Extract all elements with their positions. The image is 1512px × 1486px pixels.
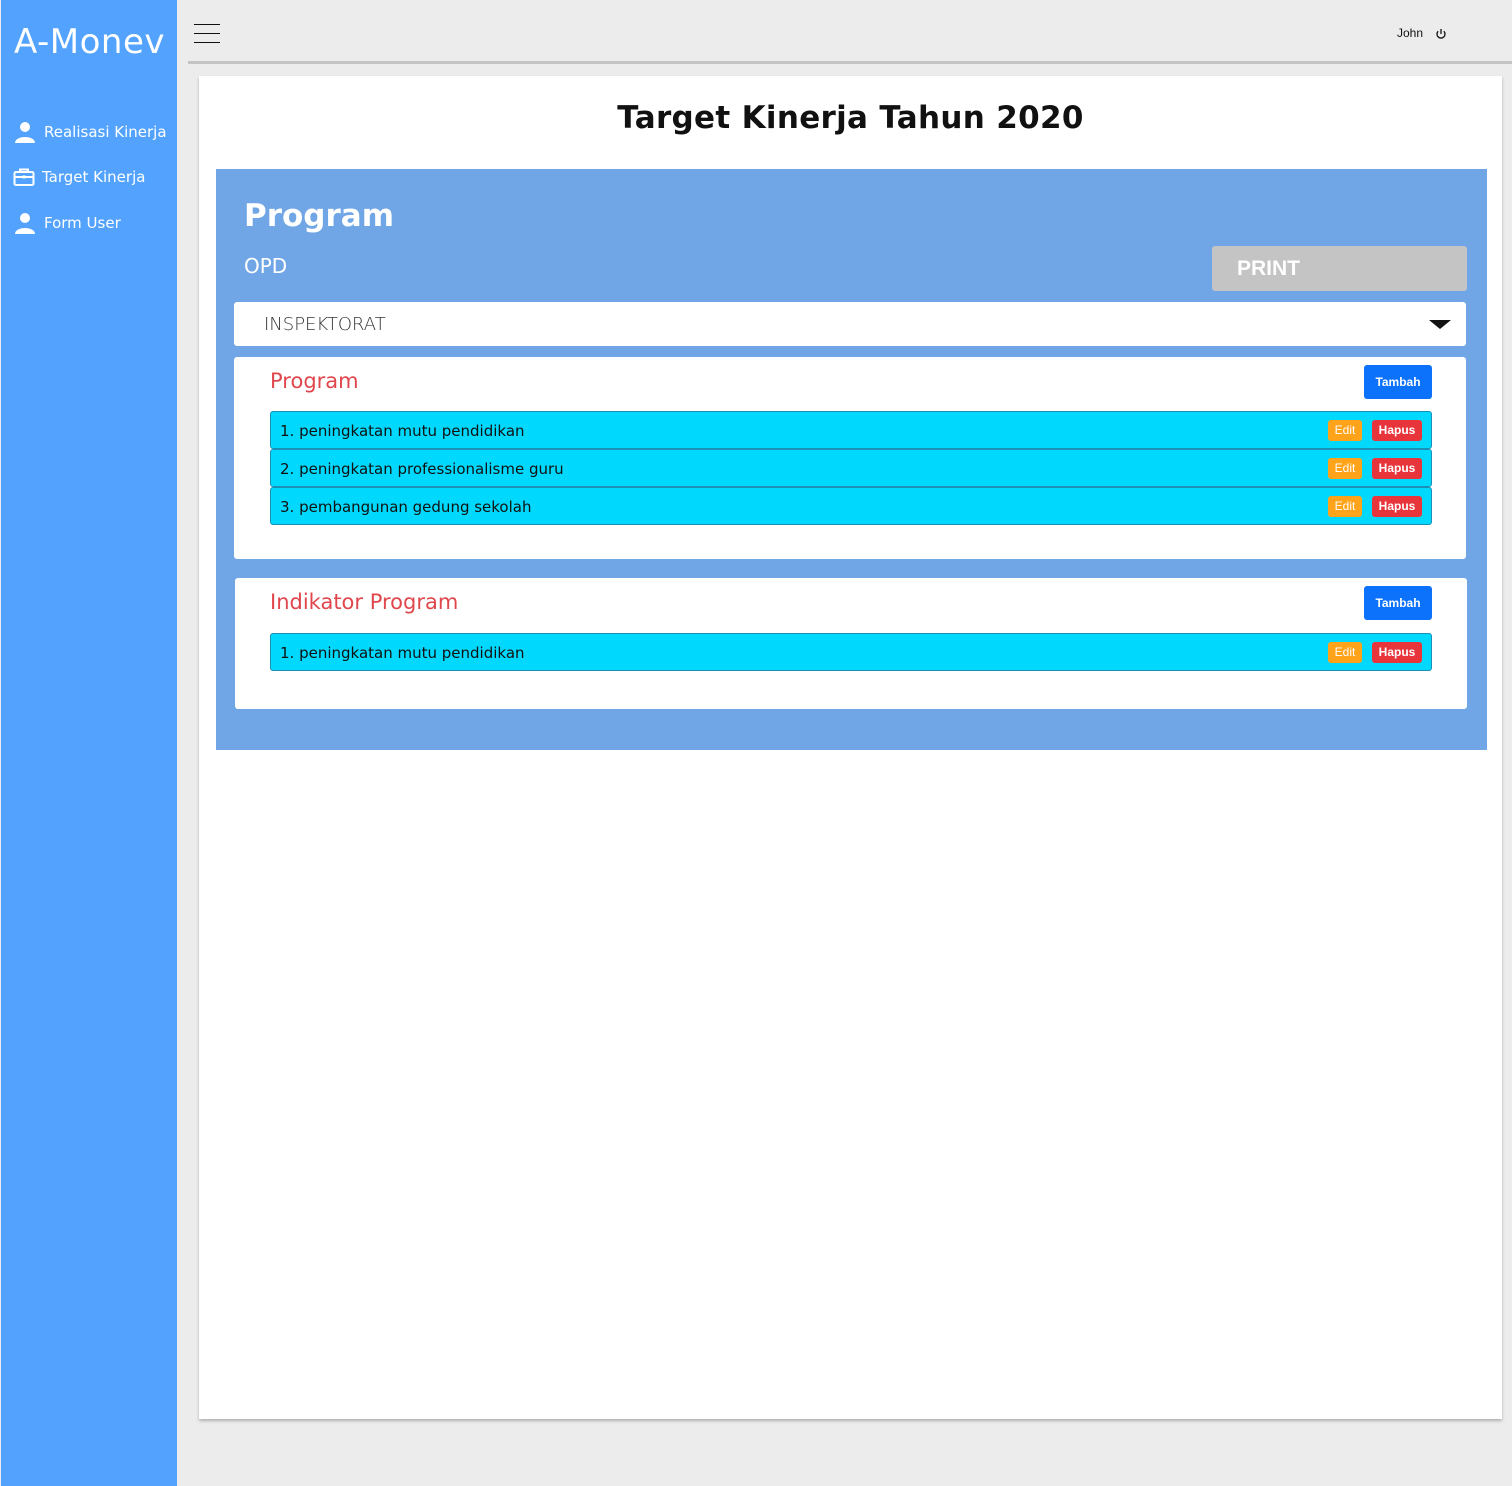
list-item-label: 2. peningkatan professionalisme guru xyxy=(280,460,564,478)
delete-button[interactable]: Hapus xyxy=(1372,458,1422,479)
list-item: 1. peningkatan mutu pendidikan Edit Hapu… xyxy=(270,633,1432,671)
indikator-box-title: Indikator Program xyxy=(270,590,459,614)
sidebar-item-form-user[interactable]: Form User xyxy=(13,210,121,236)
sidebar-item-label: Realisasi Kinerja xyxy=(44,123,167,141)
power-icon[interactable] xyxy=(1435,27,1447,39)
edit-button[interactable]: Edit xyxy=(1328,496,1362,517)
delete-button[interactable]: Hapus xyxy=(1372,642,1422,663)
list-item: 1. peningkatan mutu pendidikan Edit Hapu… xyxy=(270,411,1432,449)
sidebar-item-label: Form User xyxy=(44,214,121,232)
list-item-label: 1. peningkatan mutu pendidikan xyxy=(280,644,525,662)
opd-select[interactable]: INSPEKTORAT xyxy=(234,302,1466,346)
chevron-down-icon xyxy=(1429,320,1451,329)
indikator-program-box: Indikator Program Tambah 1. peningkatan … xyxy=(235,578,1467,709)
top-bar xyxy=(188,0,1512,64)
list-item-label: 1. peningkatan mutu pendidikan xyxy=(280,422,525,440)
sidebar-item-realisasi-kinerja[interactable]: Realisasi Kinerja xyxy=(13,119,167,145)
edit-button[interactable]: Edit xyxy=(1328,458,1362,479)
sidebar: A-Monev Realisasi Kinerja Target Kinerja… xyxy=(1,0,177,1486)
brand-logo[interactable]: A-Monev xyxy=(14,22,165,62)
user-icon xyxy=(13,211,37,235)
list-item: 2. peningkatan professionalisme guru Edi… xyxy=(270,449,1432,487)
program-box: Program Tambah 1. peningkatan mutu pendi… xyxy=(234,357,1466,559)
add-program-button[interactable]: Tambah xyxy=(1364,365,1432,399)
user-icon xyxy=(13,120,37,144)
user-name[interactable]: John xyxy=(1397,26,1423,40)
sidebar-item-target-kinerja[interactable]: Target Kinerja xyxy=(13,164,145,190)
opd-label: OPD xyxy=(244,254,288,278)
edit-button[interactable]: Edit xyxy=(1328,642,1362,663)
print-button[interactable]: PRINT xyxy=(1212,246,1467,291)
panel-title: Program xyxy=(244,198,395,234)
delete-button[interactable]: Hapus xyxy=(1372,420,1422,441)
delete-button[interactable]: Hapus xyxy=(1372,496,1422,517)
edit-button[interactable]: Edit xyxy=(1328,420,1362,441)
sidebar-item-label: Target Kinerja xyxy=(42,168,146,186)
list-item: 3. pembangunan gedung sekolah Edit Hapus xyxy=(270,487,1432,525)
list-item-label: 3. pembangunan gedung sekolah xyxy=(280,498,532,516)
briefcase-icon xyxy=(13,165,35,189)
hamburger-menu-icon[interactable] xyxy=(194,24,220,46)
program-box-title: Program xyxy=(270,369,359,393)
page-title: Target Kinerja Tahun 2020 xyxy=(617,100,1084,136)
add-indikator-button[interactable]: Tambah xyxy=(1364,586,1432,620)
opd-select-value: INSPEKTORAT xyxy=(264,314,386,335)
